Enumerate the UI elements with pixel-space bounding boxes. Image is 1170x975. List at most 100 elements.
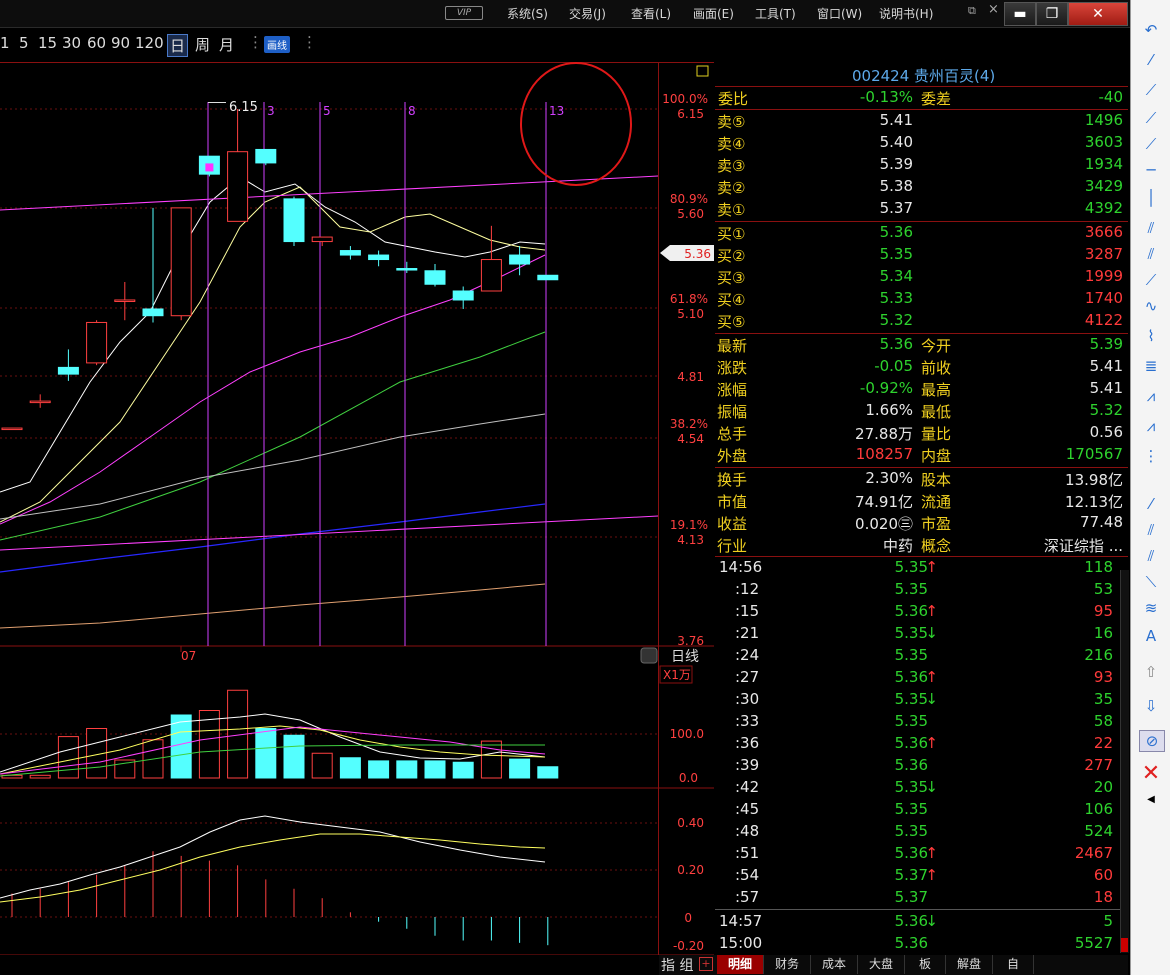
ma120-line [0,503,546,573]
arrow-up-icon[interactable]: ⇧ [1139,662,1163,682]
add-indicator-icon[interactable]: + [699,957,713,971]
macd-histogram [11,851,549,946]
ma60-line [0,413,546,520]
maximize-icon[interactable]: ❐ [1036,2,1068,26]
scroll-thumb[interactable] [1121,938,1128,952]
candle-body [227,151,249,222]
draw-parallel2-icon[interactable]: ⁄ [1139,494,1163,514]
volume-bar [368,760,390,779]
collapse-arrow-icon[interactable]: ◀ [1139,790,1163,810]
weibi-row: 委比 -0.13% 委差 -40 [718,88,1123,108]
menu-help[interactable]: 说明书(H) [879,5,933,22]
period-toolbar: 1 5 15 30 60 90 120 日 周 月 ⋮ 画线 ⋮ [0,28,1130,58]
sell-level-row: 卖⑤ 5.41 1496 [717,111,1123,131]
date-label: 07 [181,649,196,663]
candle-body [368,254,390,261]
tick-scrollbar[interactable] [1120,570,1129,953]
fib-label-5: 5 [323,104,331,118]
draw-fib-icon[interactable]: ≣ [1139,356,1163,376]
info-row: 市值 74.91亿 流通 12.13亿 [717,493,1123,511]
buy-level-row: 买⑤ 5.32 4122 [717,311,1123,331]
draw-segment-icon[interactable]: ⟋ [1139,108,1163,128]
draw-line-button[interactable]: 画线 [264,36,290,53]
period-month[interactable]: 月 [219,34,234,55]
draw-horizontal-icon[interactable]: ─ [1139,160,1163,180]
period-120min[interactable]: 120 [135,34,164,52]
period-1min[interactable]: 1 [0,34,10,52]
candle-body [142,308,164,317]
period-5min[interactable]: 5 [19,34,29,52]
draw-wave-icon[interactable]: ⟋ [1139,270,1163,290]
draw-vertical-icon[interactable]: │ [1139,188,1163,208]
indicator-group-tab[interactable]: 指 组 [661,955,693,975]
bottom-tab-2[interactable]: 成本 [811,955,858,974]
period-60min[interactable]: 60 [87,34,106,52]
period-15min[interactable]: 15 [38,34,57,52]
draw-channel-icon[interactable]: ⫽ [1139,244,1163,264]
period-week[interactable]: 周 [195,34,210,55]
toolbar-separator: ⋮ [248,33,263,51]
menu-system[interactable]: 系统(S) [507,5,548,22]
tick-row: :48 5.35 524 [735,822,1113,840]
draw-zigzag-icon[interactable]: ∿ [1139,296,1163,316]
candle-marker [205,163,214,172]
kline-chart-svg[interactable]: 07 6.15 3 5 8 13 100.0% 6.15 80.9% 5.60 … [0,62,714,956]
bottom-tab-1[interactable]: 财务 [764,955,811,974]
bottom-tab-4[interactable]: 板 [905,955,946,974]
menu-window[interactable]: 窗口(W) [817,5,862,22]
vip-badge[interactable]: VIP [445,6,483,20]
arrow-down-icon[interactable]: ⇩ [1139,696,1163,716]
candle-body [480,259,502,292]
fib-label-8: 8 [408,104,416,118]
volume-bar [396,760,418,779]
draw-speed-icon[interactable]: ⟍ [1139,572,1163,592]
draw-cycle-icon[interactable]: ⋮ [1139,446,1163,466]
draw-parallel3-icon[interactable]: ⫽ [1139,520,1163,540]
drawing-toolbar: ↶ ⁄ ⟋ ⟋ ⟋ ─ │ ⫽ ⫽ ⟋ ∿ ⌇ ≣ ⩘ ⩘ ⋮ ⁄ ⫽ ⫽ ⟍ … [1130,0,1170,975]
bottom-tab-6[interactable]: 自 [993,955,1034,974]
ma250-line [0,583,546,629]
volume-bar [311,752,333,779]
restore-small-icon[interactable]: ⧉ [968,4,976,18]
tick-row: :24 5.35 216 [735,646,1113,664]
minimize-icon[interactable]: ▬ [1004,2,1036,26]
candle-body [537,274,559,281]
tick-row: :39 5.36 277 [735,756,1113,774]
menu-trade[interactable]: 交易(J) [569,5,606,22]
draw-parallel-icon[interactable]: ⫽ [1139,218,1163,238]
menu-screen[interactable]: 画面(E) [693,5,734,22]
draw-arc-icon[interactable]: ↶ [1139,20,1163,40]
delete-lines-icon[interactable]: ✕ [1139,763,1163,785]
hide-lines-icon[interactable]: ⊘ [1139,730,1165,752]
draw-line-icon[interactable]: ⁄ [1139,50,1163,70]
macd-tick-020: 0.20 [677,863,704,877]
period-day[interactable]: 日 [167,34,189,57]
menu-view[interactable]: 查看(L) [631,5,671,22]
tick-row: 14:56 5.35 ↑ 118 [719,558,1113,576]
draw-bands-icon[interactable]: ≋ [1139,598,1163,618]
menu-tools[interactable]: 工具(T) [755,5,796,22]
draw-polyline-icon[interactable]: ⌇ [1139,326,1163,346]
quote-panel: 002424 贵州百灵(4) 委比 -0.13% 委差 -40 卖⑤ 5.41 14… [715,62,1129,955]
draw-ray-icon[interactable]: ⟋ [1139,80,1163,100]
draw-ext-line-icon[interactable]: ⟋ [1139,134,1163,154]
candle-body [29,400,51,404]
stat-row: 外盘 108257 内盘 170567 [717,445,1123,465]
bottom-tab-5[interactable]: 解盘 [946,955,993,974]
ma10-line [0,186,546,523]
bottom-tab-0[interactable]: 明细 [717,955,764,974]
candle-body [509,254,531,265]
candle-body [86,321,108,364]
price-560-label: 5.60 [677,207,704,221]
period-90min[interactable]: 90 [111,34,130,52]
draw-trend-icon[interactable]: ⫽ [1139,546,1163,566]
draw-gann-icon[interactable]: ⩘ [1139,386,1163,406]
text-icon[interactable]: A [1139,626,1163,646]
period-30min[interactable]: 30 [62,34,81,52]
draw-fan-icon[interactable]: ⩘ [1139,416,1163,436]
kline-chart-area[interactable]: 07 6.15 3 5 8 13 100.0% 6.15 80.9% 5.60 … [0,62,714,956]
fib-809-label: 80.9% [670,192,708,206]
close-small-icon[interactable]: × [988,2,999,17]
bottom-tab-3[interactable]: 大盘 [858,955,905,974]
close-icon[interactable]: ✕ [1068,2,1128,26]
